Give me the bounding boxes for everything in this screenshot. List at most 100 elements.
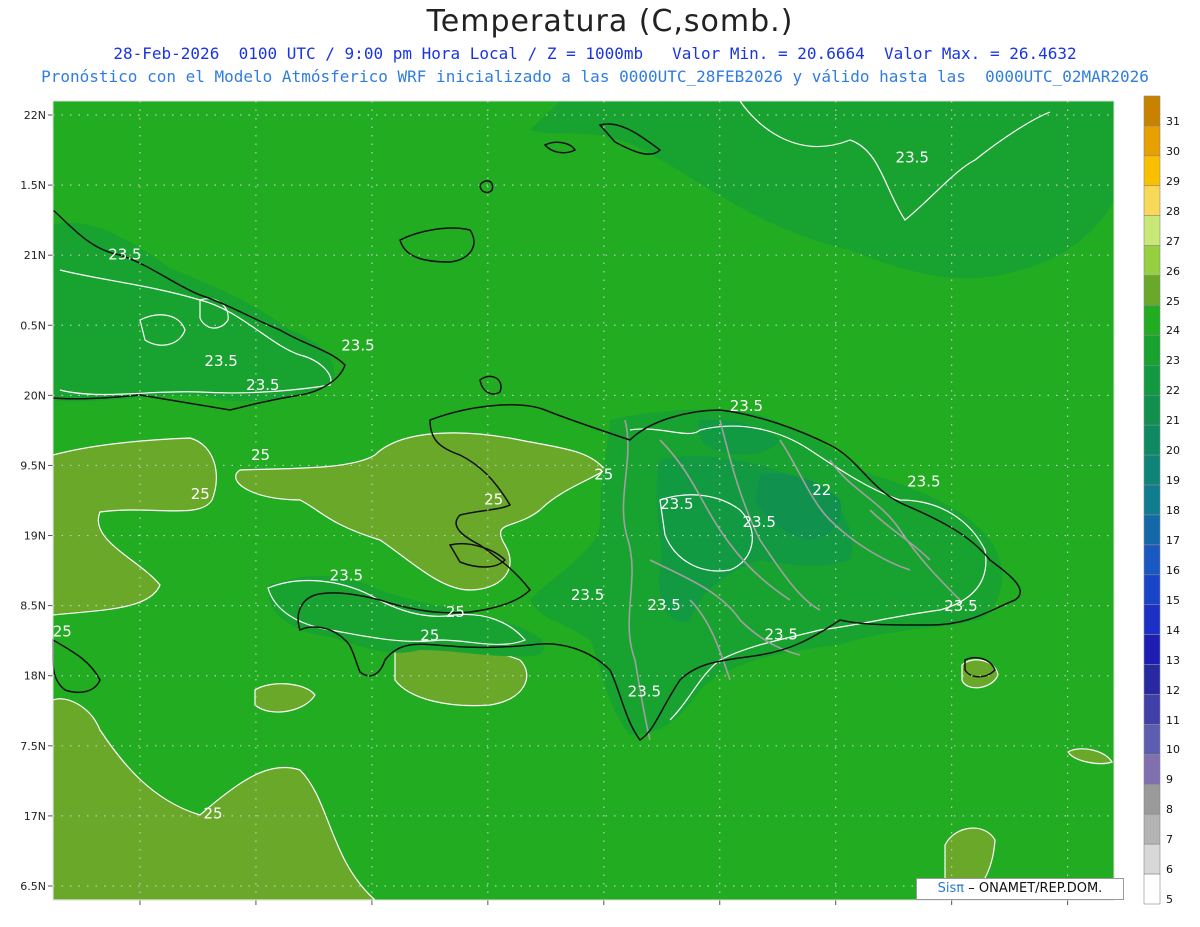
legend-label: 14 xyxy=(1166,623,1180,637)
forecast-time-line: 28-Feb-2026 0100 UTC / 9:00 pm Hora Loca… xyxy=(113,44,1077,63)
legend-swatch xyxy=(1143,95,1161,127)
legend-swatch xyxy=(1143,813,1161,845)
contour-label: 22 xyxy=(812,481,831,499)
legend-swatch xyxy=(1143,335,1161,366)
legend-swatch xyxy=(1143,185,1161,217)
map-title: Temperatura (C,somb.) xyxy=(426,4,794,39)
lon-tick-label: 73W xyxy=(475,908,500,910)
legend-label: 20 xyxy=(1166,444,1180,458)
legend-label: 28 xyxy=(1166,204,1180,218)
contour-label: 25 xyxy=(251,446,270,464)
legend-swatch xyxy=(1143,484,1161,516)
lon-tick-label: 72W xyxy=(591,908,616,910)
lat-tick-label: 19N xyxy=(24,530,46,543)
credit-org: – ONAMET/REP.DOM. xyxy=(968,881,1103,896)
legend-swatch xyxy=(1143,394,1161,426)
legend-label: 13 xyxy=(1166,653,1180,667)
color-legend xyxy=(1143,95,1161,905)
legend-label: 22 xyxy=(1166,384,1180,398)
legend-label: 8 xyxy=(1166,803,1173,817)
lat-tick-label: 18N xyxy=(24,670,46,683)
lat-tick-label: 6.5N xyxy=(20,880,46,893)
contour-label: 23.5 xyxy=(571,586,604,604)
contour-label: 25 xyxy=(53,622,72,640)
legend-swatch xyxy=(1143,424,1161,456)
contour-label: 23.5 xyxy=(742,513,775,531)
legend-swatch xyxy=(1143,125,1161,157)
legend-label: 25 xyxy=(1166,294,1180,308)
legend-label: 18 xyxy=(1166,504,1180,518)
lat-tick-label: 8.5N xyxy=(20,600,46,613)
legend-swatch xyxy=(1143,843,1161,875)
contour-label: 25 xyxy=(191,485,210,503)
contour-label: 23.5 xyxy=(647,596,680,614)
legend-swatch xyxy=(1143,634,1161,665)
legend-label: 26 xyxy=(1166,264,1180,278)
legend-label: 6 xyxy=(1166,863,1173,877)
contour-label: 25 xyxy=(420,627,439,645)
legend-label: 9 xyxy=(1166,773,1173,787)
legend-label: 29 xyxy=(1166,174,1180,188)
contour-label: 23.5 xyxy=(341,337,374,355)
temperature-map: 23.5 23.5 23.5 23.5 25 25 25 25 23.5 23.5 23.5 22 23… xyxy=(20,100,1115,910)
legend-swatch xyxy=(1143,305,1161,336)
legend-labels: 31 30 29 28 27 26 25 24 23 22 21 20 19 18 17 16 15 14 13 12… xyxy=(1166,95,1196,907)
contour-label: 23.5 xyxy=(730,397,763,415)
lat-tick-label: 17N xyxy=(24,810,46,823)
contour-label: 23.5 xyxy=(896,149,929,167)
legend-swatch xyxy=(1143,514,1161,546)
credit-box: Sisπ – ONAMET/REP.DOM. xyxy=(916,878,1124,900)
legend-swatch xyxy=(1143,724,1161,755)
legend-label: 30 xyxy=(1166,144,1180,158)
lon-tick-label: 71W xyxy=(707,908,732,910)
legend-label: 5 xyxy=(1166,893,1173,907)
contour-label: 23.5 xyxy=(246,376,279,394)
lat-tick-label: 22N xyxy=(24,109,46,122)
lat-tick-label: 1.5N xyxy=(20,179,46,192)
legend-label: 17 xyxy=(1166,533,1180,547)
legend-swatch xyxy=(1143,873,1161,905)
legend-label: 31 xyxy=(1166,115,1180,128)
contour-label: 23.5 xyxy=(765,625,798,643)
contour-label: 23.5 xyxy=(907,472,940,490)
lat-tick-label: 0.5N xyxy=(20,319,46,332)
legend-label: 21 xyxy=(1166,414,1180,428)
legend-swatch xyxy=(1143,694,1161,725)
legend-swatch xyxy=(1143,544,1161,576)
contour-label: 23.5 xyxy=(204,352,237,370)
legend-label: 23 xyxy=(1166,354,1180,368)
lat-tick-label: 9.5N xyxy=(20,459,46,472)
legend-swatch xyxy=(1143,215,1161,246)
legend-swatch xyxy=(1143,574,1161,606)
legend-swatch xyxy=(1143,365,1161,396)
lat-tick-label: 7.5N xyxy=(20,740,46,753)
lon-tick-label: 74W xyxy=(359,908,384,910)
legend-label: 16 xyxy=(1166,563,1180,577)
contour-label: 23.5 xyxy=(330,566,363,584)
legend-swatch xyxy=(1143,783,1161,815)
legend-label: 27 xyxy=(1166,234,1180,248)
legend-swatch xyxy=(1143,155,1161,187)
contour-label: 23.5 xyxy=(944,597,977,615)
contour-label: 23.5 xyxy=(628,683,661,701)
legend-swatch xyxy=(1143,604,1161,635)
legend-label: 10 xyxy=(1166,743,1180,757)
lon-tick-label: 76W xyxy=(128,908,153,910)
legend-swatch xyxy=(1143,754,1161,785)
legend-label: 12 xyxy=(1166,683,1180,697)
contour-label: 25 xyxy=(484,491,503,509)
contour-label: 25 xyxy=(446,603,465,621)
legend-label: 11 xyxy=(1166,713,1180,727)
contour-label: 23.5 xyxy=(660,495,693,513)
lon-tick-label: 75W xyxy=(243,908,268,910)
legend-label: 7 xyxy=(1166,833,1173,847)
legend-label: 24 xyxy=(1166,324,1180,338)
contour-label: 23.5 xyxy=(108,245,141,263)
legend-swatch xyxy=(1143,245,1161,276)
legend-swatch xyxy=(1143,664,1161,695)
lon-tick-label: 70W xyxy=(823,908,848,910)
legend-swatch xyxy=(1143,454,1161,486)
lon-tick-label: 68W xyxy=(1055,908,1080,910)
legend-label: 19 xyxy=(1166,474,1180,488)
lat-tick-label: 20N xyxy=(24,389,46,402)
